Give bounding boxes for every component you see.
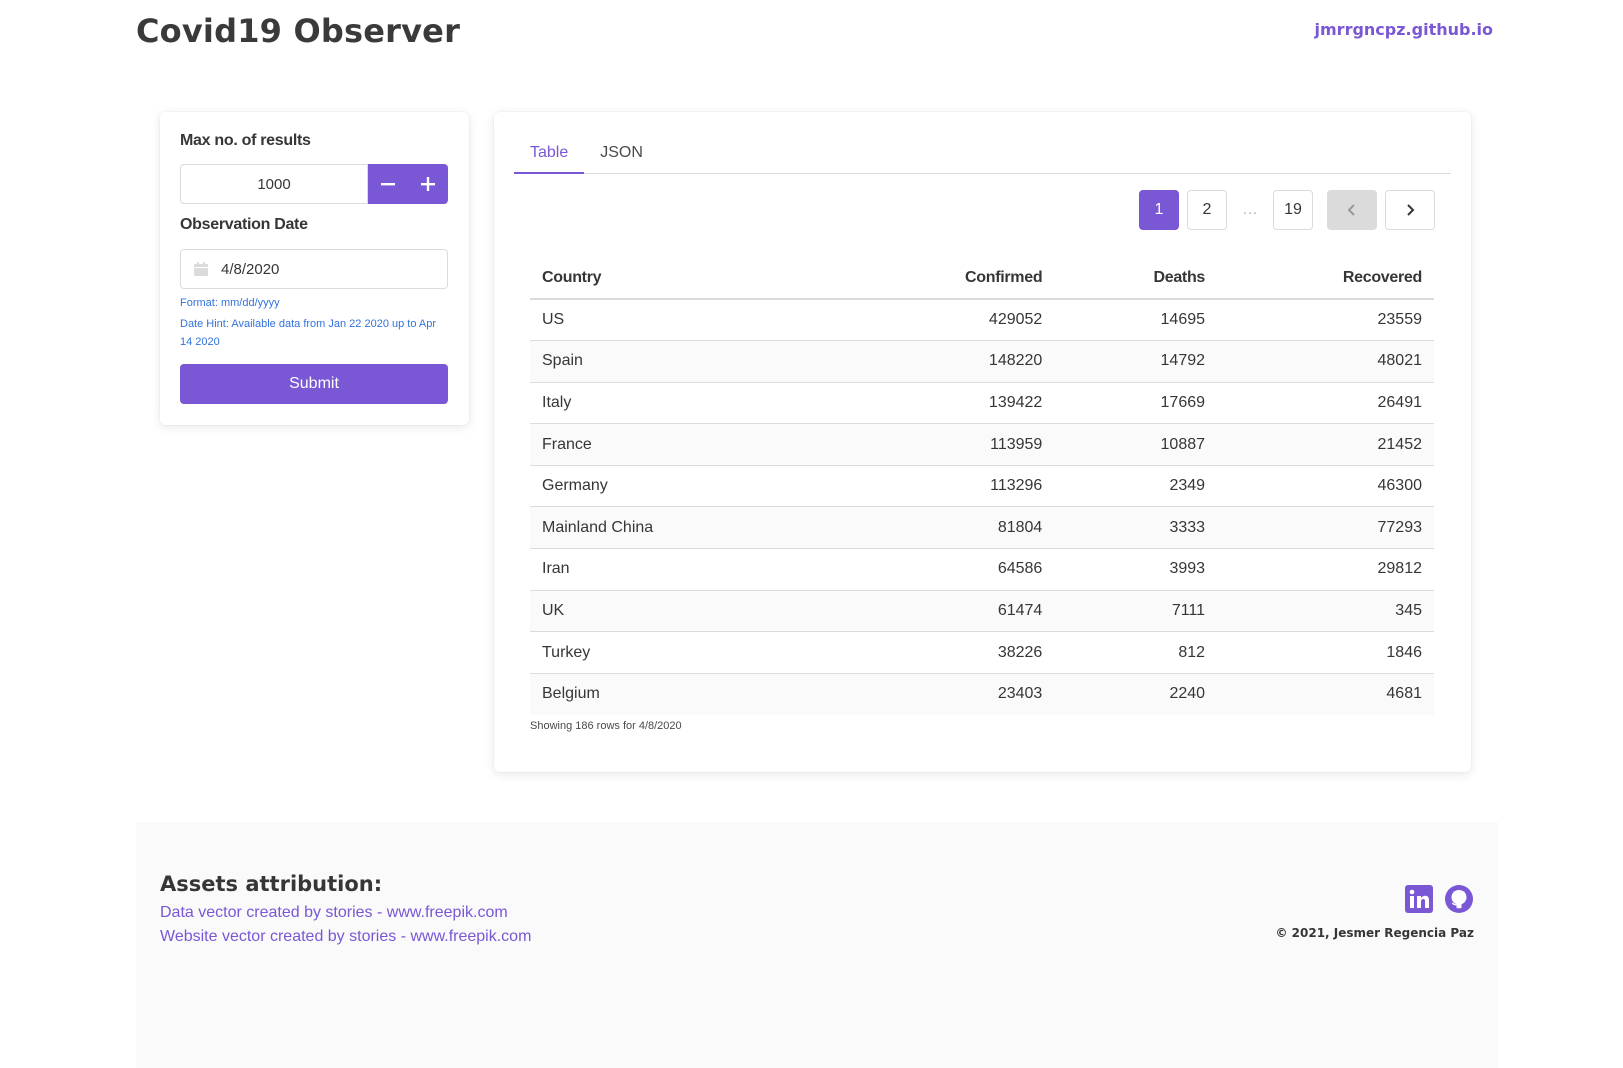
cell-recovered: 1846 [1217,631,1434,674]
cell-deaths: 812 [1054,631,1218,674]
cell-country: Italy [530,382,874,425]
page-1-button[interactable]: 1 [1139,190,1179,230]
table-header-row: Country Confirmed Deaths Recovered [530,257,1434,300]
table-row: France 113959 10887 21452 [530,423,1434,466]
cell-country: Germany [530,465,874,508]
date-hint-help: Date Hint: Available data from Jan 22 20… [180,318,437,348]
cell-deaths: 2349 [1054,465,1218,508]
cell-deaths: 7111 [1054,590,1218,633]
pagination: 1 2 … 19 [1139,190,1435,230]
social-links [1404,884,1474,914]
cell-confirmed: 148220 [873,340,1055,383]
page-last-button[interactable]: 19 [1273,190,1313,230]
cell-country: Belgium [542,685,600,703]
table-row: Italy 139422 17669 26491 [530,382,1434,425]
table-row: US 429052 14695 23559 [530,299,1434,342]
previous-page-button[interactable] [1327,190,1377,230]
table-row: Iran 64586 3993 29812 [530,548,1434,591]
cell-country: Iran [530,548,874,591]
table-row: Germany 113296 2349 46300 [530,465,1434,508]
cell-deaths: 3993 [1054,548,1218,591]
attribution-link-data[interactable]: Data vector created by stories - www.fre… [160,904,508,922]
cell-recovered: 77293 [1217,506,1434,550]
observation-date-input[interactable]: 4/8/2020 [180,249,448,289]
cell-recovered: 29812 [1217,548,1434,591]
cell-recovered: 23559 [1217,299,1434,342]
pagination-ellipsis: … [1235,190,1265,230]
query-form-card: Max no. of results Observation Date 4/8/… [160,112,469,425]
cell-recovered: 26491 [1217,382,1434,425]
cell-country: Spain [530,340,874,383]
table-row: Spain 148220 14792 48021 [530,340,1434,383]
view-tabs: Table JSON [514,132,1451,174]
cell-country: US [530,299,874,342]
cell-confirmed: 429052 [873,299,1055,342]
cell-country: France [530,423,874,466]
minus-icon [381,183,395,186]
cell-country: Turkey [530,631,874,674]
column-header-confirmed[interactable]: Confirmed [873,257,1055,300]
cell-recovered: 21452 [1217,423,1434,466]
table-row: Belgium 23403 2240 4681 [530,673,1434,715]
table-row: Turkey 38226 812 1846 [530,631,1434,674]
cell-confirmed: 113959 [873,423,1055,466]
increment-button[interactable] [408,164,448,204]
cell-country: Mainland China [530,506,874,550]
cell-confirmed: 23403 [997,685,1043,703]
linkedin-icon[interactable] [1404,884,1434,914]
cell-confirmed: 81804 [873,506,1055,550]
cell-confirmed: 38226 [873,631,1055,674]
observation-date-label: Observation Date [180,216,308,233]
table-row: Mainland China 81804 3333 77293 [530,506,1434,550]
cell-confirmed: 113296 [873,465,1055,508]
cell-confirmed: 64586 [873,548,1055,591]
cell-deaths: 10887 [1054,423,1218,466]
max-results-input[interactable] [180,164,368,204]
footer: Assets attribution: Data vector created … [136,822,1498,1068]
copyright: © 2021, Jesmer Regencia Paz [1275,926,1474,940]
cell-deaths: 3333 [1054,506,1218,550]
calendar-icon [194,262,208,276]
column-header-country[interactable]: Country [530,257,874,300]
date-format-help: Format: mm/dd/yyyy [180,297,280,309]
results-card: Table JSON 1 2 … 19 Country Confirmed De… [494,112,1471,772]
cell-recovered: 48021 [1217,340,1434,383]
site-header: Covid19 Observer jmrrgncpz.github.io [136,10,1493,58]
date-value: 4/8/2020 [221,261,280,278]
site-link[interactable]: jmrrgncpz.github.io [1315,20,1493,39]
page-2-button[interactable]: 2 [1187,190,1227,230]
cell-confirmed: 61474 [873,590,1055,633]
cell-recovered: 345 [1217,590,1434,633]
chevron-left-icon [1347,204,1355,216]
results-table: Country Confirmed Deaths Recovered US 42… [530,257,1434,715]
table-row: UK 61474 7111 345 [530,590,1434,633]
tab-json[interactable]: JSON [584,132,659,174]
brand-title: Covid19 Observer [136,12,461,50]
cell-deaths: 14792 [1054,340,1218,383]
plus-icon [421,177,435,191]
cell-recovered: 46300 [1217,465,1434,508]
cell-recovered: 4681 [1386,685,1422,703]
max-results-label: Max no. of results [180,132,311,149]
attribution-title: Assets attribution: [160,872,383,896]
next-page-button[interactable] [1385,190,1435,230]
cell-confirmed: 139422 [873,382,1055,425]
github-icon[interactable] [1444,884,1474,914]
decrement-button[interactable] [368,164,408,204]
chevron-right-icon [1407,204,1415,216]
cell-deaths: 2240 [1169,685,1206,703]
cell-deaths: 17669 [1054,382,1218,425]
submit-button[interactable]: Submit [180,364,448,404]
rows-summary: Showing 186 rows for 4/8/2020 [530,720,682,732]
column-header-deaths[interactable]: Deaths [1054,257,1218,300]
attribution-link-website[interactable]: Website vector created by stories - www.… [160,928,531,946]
cell-country: UK [530,590,874,633]
tab-table[interactable]: Table [514,132,585,174]
cell-deaths: 14695 [1054,299,1218,342]
column-header-recovered[interactable]: Recovered [1217,257,1434,300]
